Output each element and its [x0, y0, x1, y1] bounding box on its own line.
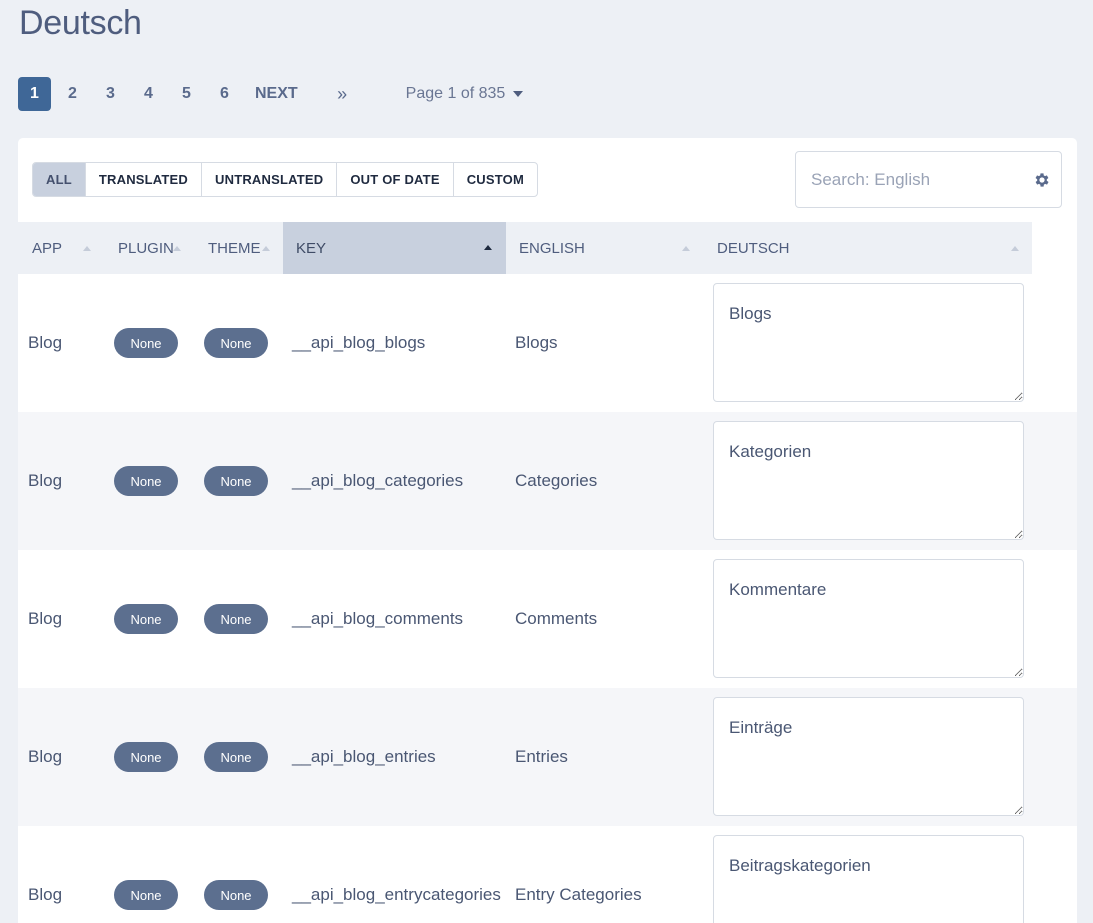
filter-untranslated-button[interactable]: UNTRANSLATED — [201, 163, 336, 196]
sort-icon — [83, 246, 91, 251]
table-row: Blog None None __api_blog_entries Entrie… — [18, 688, 1077, 826]
translation-textarea[interactable]: Beitragskategorien — [713, 835, 1024, 923]
plugin-badge: None — [114, 604, 178, 634]
english-cell: Comments — [515, 609, 598, 628]
page-of-label: Page 1 of 835 — [405, 85, 506, 102]
translation-textarea[interactable]: Kategorien — [713, 421, 1024, 540]
key-cell: __api_blog_categories — [292, 471, 464, 490]
filter-out-of-date-button[interactable]: OUT OF DATE — [336, 163, 452, 196]
table-row: Blog None None __api_blog_categories Cat… — [18, 412, 1077, 550]
search-box — [795, 151, 1062, 208]
header-spacer — [1032, 222, 1077, 274]
page-link-1[interactable]: 1 — [18, 77, 51, 111]
sort-icon — [262, 246, 270, 251]
plugin-badge: None — [114, 880, 178, 910]
table-row: Blog None None __api_blog_comments Comme… — [18, 550, 1077, 688]
filter-all-button[interactable]: ALL — [33, 163, 85, 196]
theme-badge: None — [204, 604, 268, 634]
search-input[interactable] — [811, 169, 1031, 190]
sort-ascending-icon — [484, 245, 492, 250]
english-cell: Entry Categories — [515, 885, 642, 904]
translation-textarea[interactable]: Einträge — [713, 697, 1024, 816]
caret-down-icon — [513, 91, 524, 97]
app-cell: Blog — [28, 333, 63, 352]
page-title: Deutsch — [19, 4, 142, 42]
english-cell: Entries — [515, 747, 568, 766]
app-cell: Blog — [28, 885, 63, 904]
column-header-english[interactable]: ENGLISH — [519, 222, 704, 274]
gear-icon[interactable] — [1033, 171, 1051, 189]
key-cell: __api_blog_comments — [292, 609, 464, 628]
column-header-app[interactable]: APP — [32, 222, 118, 274]
sort-icon — [1011, 246, 1019, 251]
column-label-app: APP — [32, 239, 63, 257]
column-label-deutsch: DEUTSCH — [717, 239, 790, 257]
column-label-theme: THEME — [208, 239, 261, 257]
plugin-badge: None — [114, 466, 178, 496]
table-header: APP PLUGIN THEME KEY ENGLISH DEUTSCH — [18, 222, 1077, 274]
column-label-key: KEY — [296, 239, 327, 257]
column-header-key[interactable]: KEY — [283, 222, 506, 274]
theme-badge: None — [204, 880, 268, 910]
page-link-6[interactable]: 6 — [208, 77, 241, 111]
column-label-plugin: PLUGIN — [118, 239, 174, 257]
sort-icon — [173, 246, 181, 251]
theme-badge: None — [204, 466, 268, 496]
sort-icon — [682, 246, 690, 251]
key-cell: __api_blog_entries — [292, 747, 436, 766]
plugin-badge: None — [114, 328, 178, 358]
page-link-4[interactable]: 4 — [132, 77, 165, 111]
page-select-dropdown[interactable]: Page 1 of 835 — [406, 85, 524, 103]
translation-textarea[interactable]: Blogs — [713, 283, 1024, 402]
filter-button-group: ALL TRANSLATED UNTRANSLATED OUT OF DATE … — [32, 162, 538, 197]
key-cell: __api_blog_blogs — [292, 333, 426, 352]
column-label-english: ENGLISH — [519, 239, 585, 257]
theme-badge: None — [204, 328, 268, 358]
app-cell: Blog — [28, 471, 63, 490]
table-row: Blog None None __api_blog_blogs Blogs Bl… — [18, 274, 1077, 412]
english-cell: Categories — [515, 471, 598, 490]
table-row: Blog None None __api_blog_entrycategorie… — [18, 826, 1077, 923]
app-cell: Blog — [28, 747, 63, 766]
last-page-icon[interactable]: » — [326, 77, 359, 111]
page-link-3[interactable]: 3 — [94, 77, 127, 111]
page-link-5[interactable]: 5 — [170, 77, 203, 111]
theme-badge: None — [204, 742, 268, 772]
key-cell: __api_blog_entrycategories — [292, 885, 501, 904]
english-cell: Blogs — [515, 333, 558, 352]
column-header-plugin[interactable]: PLUGIN — [118, 222, 208, 274]
next-page-link[interactable]: NEXT — [249, 77, 304, 111]
column-header-theme[interactable]: THEME — [208, 222, 283, 274]
app-cell: Blog — [28, 609, 63, 628]
translations-panel: ALL TRANSLATED UNTRANSLATED OUT OF DATE … — [18, 138, 1077, 923]
filter-translated-button[interactable]: TRANSLATED — [84, 163, 201, 196]
filter-custom-button[interactable]: CUSTOM — [452, 163, 537, 196]
translation-textarea[interactable]: Kommentare — [713, 559, 1024, 678]
pagination: 1 2 3 4 5 6 NEXT » Page 1 of 835 — [18, 77, 524, 111]
column-header-deutsch[interactable]: DEUTSCH — [717, 222, 1027, 274]
plugin-badge: None — [114, 742, 178, 772]
page-link-2[interactable]: 2 — [56, 77, 89, 111]
